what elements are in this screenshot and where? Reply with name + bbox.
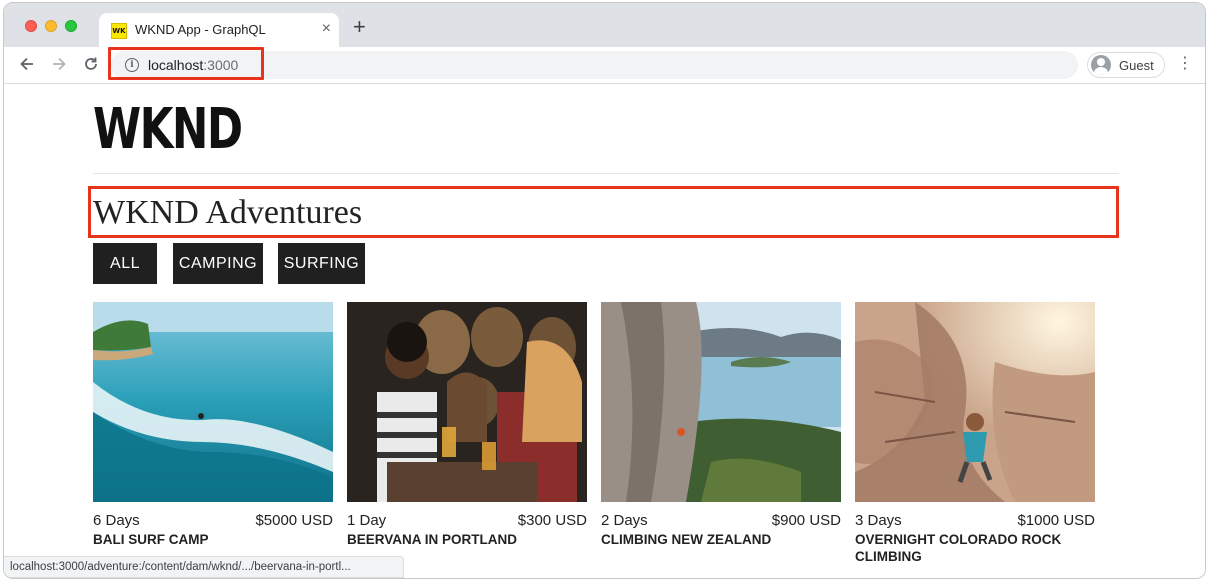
tab-close-icon[interactable]: × <box>322 20 331 38</box>
tab-strip: WK WKND App - GraphQL × + <box>4 3 1205 47</box>
url-highlight-box <box>108 47 264 80</box>
adventure-price: $900 USD <box>771 512 841 529</box>
adventure-title[interactable]: BALI SURF CAMP <box>93 531 333 548</box>
more-menu-icon[interactable]: ⋮ <box>1177 55 1193 73</box>
adventure-image-colorado[interactable] <box>855 302 1095 502</box>
reload-icon[interactable] <box>82 55 100 77</box>
adventure-duration: 6 Days <box>93 512 140 529</box>
adventure-duration: 2 Days <box>601 512 648 529</box>
minimize-window-button[interactable] <box>45 20 57 32</box>
maximize-window-button[interactable] <box>65 20 77 32</box>
filter-all-button[interactable]: ALL <box>93 243 157 284</box>
filter-surfing-button[interactable]: SURFING <box>278 243 365 284</box>
close-window-button[interactable] <box>25 20 37 32</box>
new-tab-icon[interactable]: + <box>353 16 366 38</box>
filter-camping-button[interactable]: CAMPING <box>173 243 263 284</box>
status-bar-url: localhost:3000/adventure:/content/dam/wk… <box>4 556 404 578</box>
adventure-price: $5000 USD <box>255 512 333 529</box>
title-highlight-box <box>88 186 1119 238</box>
back-arrow-icon[interactable] <box>18 55 36 77</box>
wknd-logo[interactable]: WKND <box>93 100 243 160</box>
tab-title: WKND App - GraphQL <box>135 22 266 37</box>
adventure-card[interactable]: 2 Days $900 USD CLIMBING NEW ZEALAND <box>601 302 841 578</box>
wknd-favicon-icon: WK <box>111 23 127 39</box>
forward-arrow-icon[interactable] <box>50 55 68 77</box>
adventure-duration: 3 Days <box>855 512 902 529</box>
adventure-image-climbing-nz[interactable] <box>601 302 841 502</box>
adventure-image-beervana[interactable] <box>347 302 587 502</box>
avatar-icon <box>1091 55 1111 75</box>
adventure-title[interactable]: OVERNIGHT COLORADO ROCK CLIMBING <box>855 531 1095 565</box>
adventure-price: $1000 USD <box>1017 512 1095 529</box>
tab-wknd-app[interactable]: WK WKND App - GraphQL × <box>99 13 339 47</box>
adventure-title[interactable]: BEERVANA IN PORTLAND <box>347 531 587 548</box>
adventure-card[interactable]: 1 Day $300 USD BEERVANA IN PORTLAND <box>347 302 587 578</box>
page-content: WKND WKND Adventures ALL CAMPING SURFING <box>4 84 1205 578</box>
browser-window: WK WKND App - GraphQL × + i localhost:30… <box>3 2 1206 579</box>
adventure-card[interactable]: 6 Days $5000 USD BALI SURF CAMP <box>93 302 333 578</box>
adventure-price: $300 USD <box>517 512 587 529</box>
profile-label: Guest <box>1119 58 1154 73</box>
adventure-card[interactable]: 3 Days $1000 USD OVERNIGHT COLORADO ROCK… <box>855 302 1095 578</box>
adventure-title[interactable]: CLIMBING NEW ZEALAND <box>601 531 841 548</box>
adventure-duration: 1 Day <box>347 512 387 529</box>
header-divider <box>93 173 1119 174</box>
profile-button[interactable]: Guest <box>1087 52 1165 78</box>
adventure-image-surf[interactable] <box>93 302 333 502</box>
